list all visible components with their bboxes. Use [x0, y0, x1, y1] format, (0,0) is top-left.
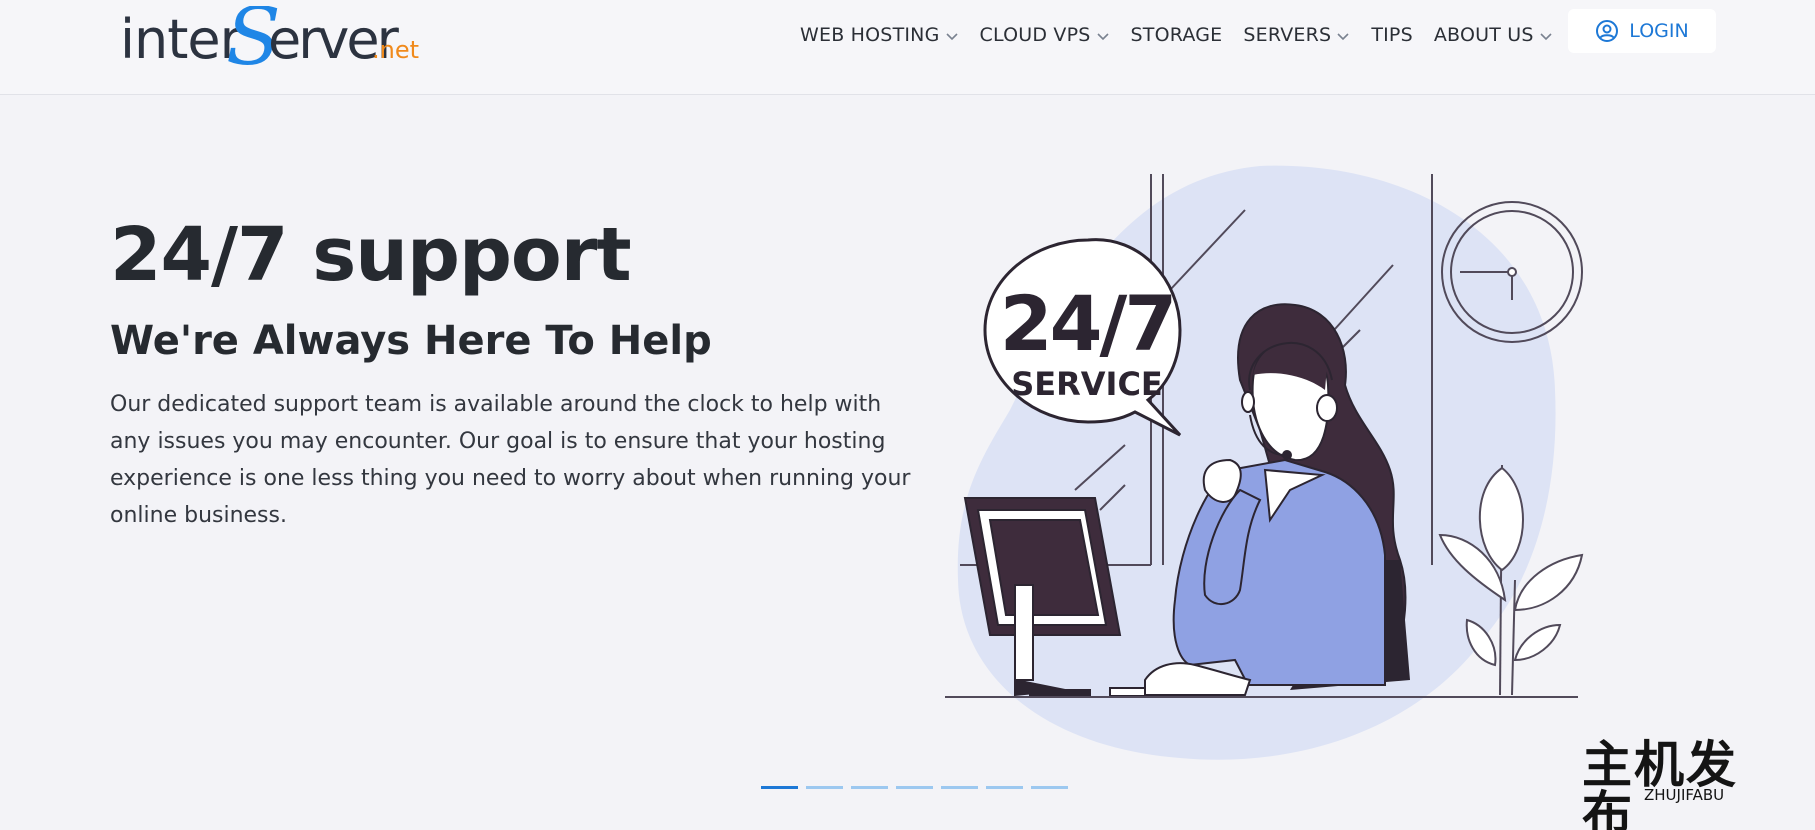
nav-item-label: ABOUT US — [1433, 24, 1534, 46]
bubble-24-7-text: 24/7 — [1000, 279, 1174, 368]
user-circle-icon — [1596, 20, 1619, 42]
interserver-logo[interactable]: inter S erver .net — [120, 0, 430, 83]
chevron-down-icon — [945, 33, 958, 41]
hero-body-line: experience is one less thing you need to… — [110, 466, 911, 491]
hero-subtitle: We're Always Here To Help — [110, 318, 712, 364]
hero-body-line: Our dedicated support team is available … — [110, 392, 882, 417]
carousel-dot[interactable] — [941, 786, 978, 789]
site-header: inter S erver .net WEB HOSTING CLOUD VPS S… — [0, 0, 1815, 95]
bubble-service-text: SERVICE — [1011, 365, 1163, 403]
nav-item-web-hosting[interactable]: WEB HOSTING — [800, 24, 959, 46]
nav-item-tips[interactable]: TIPS — [1371, 24, 1413, 46]
hero-description: Our dedicated support team is available … — [110, 386, 910, 534]
hero-body-line: any issues you may encounter. Our goal i… — [110, 429, 886, 454]
nav-item-label: STORAGE — [1130, 24, 1223, 46]
carousel-dot[interactable] — [806, 786, 843, 789]
nav-item-cloud-vps[interactable]: CLOUD VPS — [980, 24, 1110, 46]
nav-item-label: WEB HOSTING — [800, 24, 940, 46]
nav-item-storage[interactable]: STORAGE — [1131, 24, 1223, 46]
carousel-dot[interactable] — [761, 786, 798, 789]
watermark-cn-text: 主机发布 — [1582, 736, 1738, 830]
hero-body-line: online business. — [110, 503, 287, 528]
watermark-en-text: ZHUJIFABU — [1644, 786, 1725, 804]
login-button[interactable]: LOGIN — [1568, 9, 1716, 53]
chevron-down-icon — [1540, 33, 1552, 41]
carousel-dot[interactable] — [1031, 786, 1068, 789]
carousel-dot[interactable] — [986, 786, 1023, 789]
login-label: LOGIN — [1629, 20, 1689, 42]
hero-title: 24/7 support — [110, 212, 632, 298]
nav-item-about-us[interactable]: ABOUT US — [1434, 24, 1553, 46]
logo-net-text: .net — [372, 36, 419, 64]
watermark: 主机发布 ZHUJIFABU — [1582, 740, 1787, 830]
chevron-down-icon — [1337, 33, 1349, 41]
nav-item-label: CLOUD VPS — [979, 24, 1091, 46]
nav-item-label: TIPS — [1371, 24, 1413, 46]
main-nav: WEB HOSTING CLOUD VPS STORAGE SERVERS TIPS AB… — [800, 20, 1574, 50]
logo-inter-text: inter — [120, 8, 243, 71]
support-agent-illustration: 24/7 SERVICE — [930, 160, 1590, 770]
carousel-dot[interactable] — [896, 786, 933, 789]
chevron-down-icon — [1096, 33, 1109, 41]
carousel-dot[interactable] — [851, 786, 888, 789]
carousel-indicators — [761, 786, 1068, 789]
nav-item-servers[interactable]: SERVERS — [1243, 24, 1350, 46]
nav-item-label: SERVERS — [1243, 24, 1332, 46]
